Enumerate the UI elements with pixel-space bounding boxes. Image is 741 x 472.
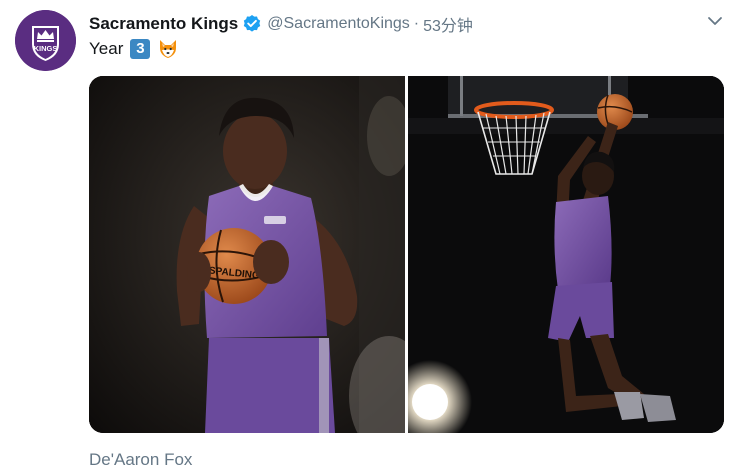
tweet[interactable]: KINGS Sacramento Kings @SacramentoKings … (0, 0, 741, 472)
tweet-text: Year 3 (89, 38, 179, 60)
media-caption: De'Aaron Fox (89, 450, 193, 469)
tweet-header: Sacramento Kings @SacramentoKings · 53分钟 (89, 12, 473, 36)
timestamp[interactable]: 53分钟 (423, 12, 473, 36)
tweet-text-word: Year (89, 39, 124, 58)
verified-badge-icon (242, 14, 262, 34)
display-name[interactable]: Sacramento Kings (89, 14, 238, 34)
fox-icon (157, 38, 179, 60)
media-grid: SPALDING (89, 76, 724, 433)
chevron-down-icon[interactable] (706, 14, 724, 28)
avatar[interactable]: KINGS (15, 10, 76, 71)
kings-logo-icon: KINGS (15, 10, 76, 71)
svg-text:KINGS: KINGS (34, 44, 58, 53)
user-handle[interactable]: @SacramentoKings (267, 15, 410, 33)
photo-player-dunking[interactable] (408, 76, 724, 433)
photo-player-holding-ball[interactable]: SPALDING (89, 76, 405, 433)
keycap-number-emoji: 3 (130, 39, 151, 59)
separator-dot: · (413, 15, 420, 32)
